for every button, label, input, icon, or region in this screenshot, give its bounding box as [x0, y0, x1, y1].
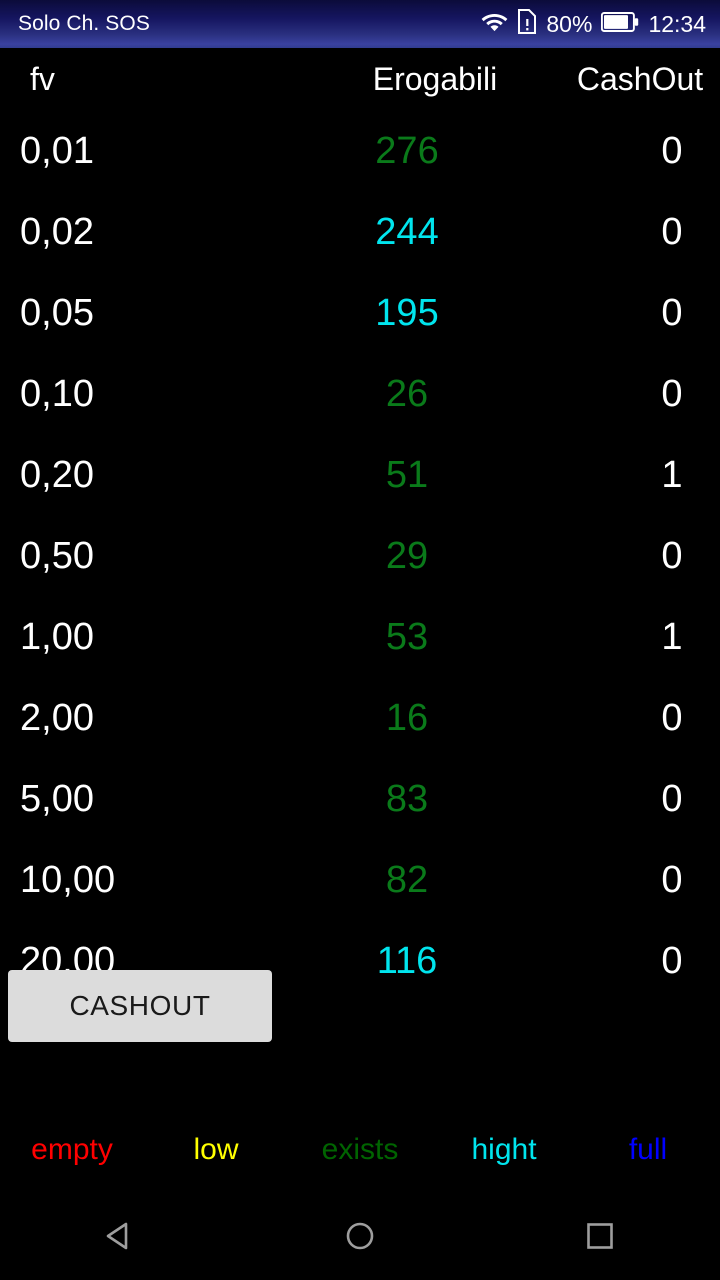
cell-fv: 0,10 — [20, 372, 94, 415]
status-bar: Solo Ch. SOS 80% 12:34 — [0, 0, 720, 48]
legend-item-low: low — [193, 1133, 239, 1166]
table-header-row: fv Erogabili CashOut — [0, 48, 720, 110]
status-legend: empty low exists hight full — [0, 1122, 720, 1178]
cell-fv: 0,20 — [20, 453, 94, 496]
app-screen: Solo Ch. SOS 80% 12:34 fv Erogabili Cash… — [0, 0, 720, 1280]
legend-item-hight: hight — [471, 1133, 537, 1166]
cell-erogabili: 82 — [385, 858, 429, 901]
cell-fv: 0,02 — [20, 210, 94, 253]
table-row[interactable]: 0,02 244 0 — [0, 191, 720, 272]
cell-cashout: 0 — [661, 939, 683, 982]
cell-cashout: 0 — [661, 210, 683, 253]
cell-cashout: 0 — [661, 534, 683, 577]
table-row[interactable]: 10,00 82 0 — [0, 839, 720, 920]
table-row[interactable]: 0,20 51 1 — [0, 434, 720, 515]
battery-percent-label: 80% — [546, 10, 593, 37]
cell-cashout: 0 — [661, 129, 683, 172]
table-row[interactable]: 1,00 53 1 — [0, 596, 720, 677]
cell-cashout: 0 — [661, 777, 683, 820]
cell-erogabili: 195 — [375, 291, 439, 334]
table-row[interactable]: 5,00 83 0 — [0, 758, 720, 839]
table-row[interactable]: 0,05 195 0 — [0, 272, 720, 353]
column-header-cashout: CashOut — [576, 61, 704, 97]
table-rows: 0,01 276 0 0,02 244 0 0,05 195 0 0,10 26 0 0,20 51 1 0,… — [0, 110, 720, 1001]
cell-cashout: 0 — [661, 858, 683, 901]
cell-cashout: 1 — [661, 615, 683, 658]
cell-fv: 10,00 — [20, 858, 116, 901]
home-icon[interactable] — [300, 1192, 420, 1280]
cell-cashout: 0 — [661, 291, 683, 334]
cell-erogabili: 276 — [375, 129, 439, 172]
legend-item-full: full — [628, 1133, 668, 1166]
table-row[interactable]: 0,01 276 0 — [0, 110, 720, 191]
cell-fv: 0,01 — [20, 129, 94, 172]
cell-fv: 0,05 — [20, 291, 94, 334]
cell-erogabili: 83 — [385, 777, 429, 820]
column-header-erogabili: Erogabili — [372, 61, 498, 97]
cashout-button[interactable]: CASHOUT — [8, 970, 272, 1042]
table-row[interactable]: 0,50 29 0 — [0, 515, 720, 596]
android-navigation-bar — [0, 1192, 720, 1280]
cell-erogabili: 53 — [385, 615, 429, 658]
cell-erogabili: 244 — [375, 210, 439, 253]
recents-icon[interactable] — [540, 1192, 660, 1280]
battery-icon — [601, 11, 639, 38]
cell-erogabili: 16 — [385, 696, 429, 739]
status-bar-icons: 80% 12:34 — [481, 9, 706, 39]
sim-card-alert-icon — [517, 9, 537, 39]
cell-fv: 5,00 — [20, 777, 94, 820]
cell-fv: 1,00 — [20, 615, 94, 658]
table-row[interactable]: 0,10 26 0 — [0, 353, 720, 434]
table-row[interactable]: 2,00 16 0 — [0, 677, 720, 758]
back-icon[interactable] — [60, 1192, 180, 1280]
wifi-icon — [481, 11, 508, 38]
column-header-fv: fv — [30, 61, 55, 97]
cell-cashout: 1 — [661, 453, 683, 496]
clock-label: 12:34 — [648, 10, 706, 37]
cell-erogabili: 116 — [376, 939, 438, 982]
carrier-label: Solo Ch. SOS — [18, 12, 150, 35]
cell-erogabili: 29 — [385, 534, 429, 577]
cell-erogabili: 51 — [385, 453, 429, 496]
legend-item-empty: empty — [31, 1133, 113, 1166]
cell-fv: 0,50 — [20, 534, 94, 577]
denominations-table: fv Erogabili CashOut 0,01 276 0 0,02 244 0 0,0… — [0, 48, 720, 993]
cell-cashout: 0 — [661, 696, 683, 739]
cell-erogabili: 26 — [385, 372, 429, 415]
cell-fv: 2,00 — [20, 696, 94, 739]
legend-item-exists: exists — [321, 1133, 399, 1166]
cell-cashout: 0 — [661, 372, 683, 415]
